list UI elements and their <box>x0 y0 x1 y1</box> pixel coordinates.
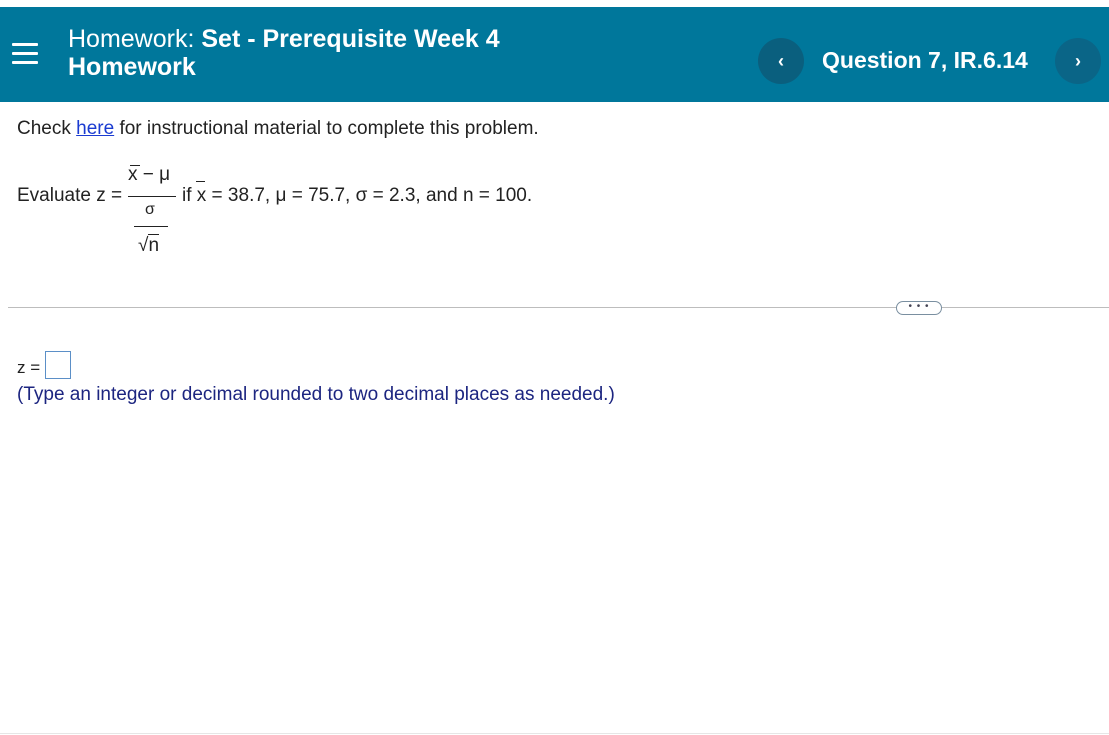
next-question-button[interactable]: › <box>1055 38 1101 84</box>
menu-icon[interactable] <box>12 43 38 67</box>
homework-set-name-line2: Homework <box>68 53 196 81</box>
previous-question-button[interactable]: ‹ <box>758 38 804 84</box>
more-options-button[interactable]: • • • <box>896 301 942 315</box>
homework-title: Homework: Set - Prerequisite Week 4 Home… <box>68 25 588 81</box>
assignment-header: Homework: Set - Prerequisite Week 4 Home… <box>0 7 1109 102</box>
inner-fraction-bar <box>134 226 168 227</box>
instruction-text: Check here for instructional material to… <box>17 118 539 140</box>
instructional-material-link[interactable]: here <box>76 118 114 139</box>
instruction-prefix: Check <box>17 118 77 139</box>
denominator-sigma: σ <box>145 201 155 218</box>
condition-values: = 38.7, μ = 75.7, σ = 2.3, and n = 100. <box>206 185 533 206</box>
chevron-right-icon: › <box>1075 50 1081 71</box>
radicand: n <box>148 234 160 256</box>
z-answer-input[interactable] <box>45 351 71 379</box>
main-fraction-bar <box>128 196 176 197</box>
homework-set-name: Set - Prerequisite Week 4 <box>201 25 500 53</box>
instruction-suffix: for instructional material to complete t… <box>114 118 539 139</box>
radical-sign: √ <box>138 235 149 256</box>
condition-x: x <box>196 185 207 206</box>
evaluate-label: Evaluate z = <box>17 185 123 206</box>
numerator: x − μ <box>128 164 170 186</box>
sqrt-n: √n <box>138 234 160 257</box>
bottom-border <box>0 733 1109 734</box>
condition-if: if <box>182 185 197 206</box>
homework-label: Homework: <box>68 25 195 53</box>
chevron-left-icon: ‹ <box>778 50 784 71</box>
numerator-x: x <box>128 164 138 185</box>
top-strip <box>0 0 1109 7</box>
condition-text: if x = 38.7, μ = 75.7, σ = 2.3, and n = … <box>182 185 532 207</box>
numerator-rest: − μ <box>137 164 171 185</box>
answer-hint: (Type an integer or decimal rounded to t… <box>17 384 615 405</box>
question-label: Question 7, IR.6.14 <box>822 47 1028 73</box>
answer-label: z = <box>17 358 41 377</box>
x-bar <box>130 165 140 166</box>
condition-x-bar <box>196 181 205 182</box>
section-divider <box>8 307 1109 308</box>
